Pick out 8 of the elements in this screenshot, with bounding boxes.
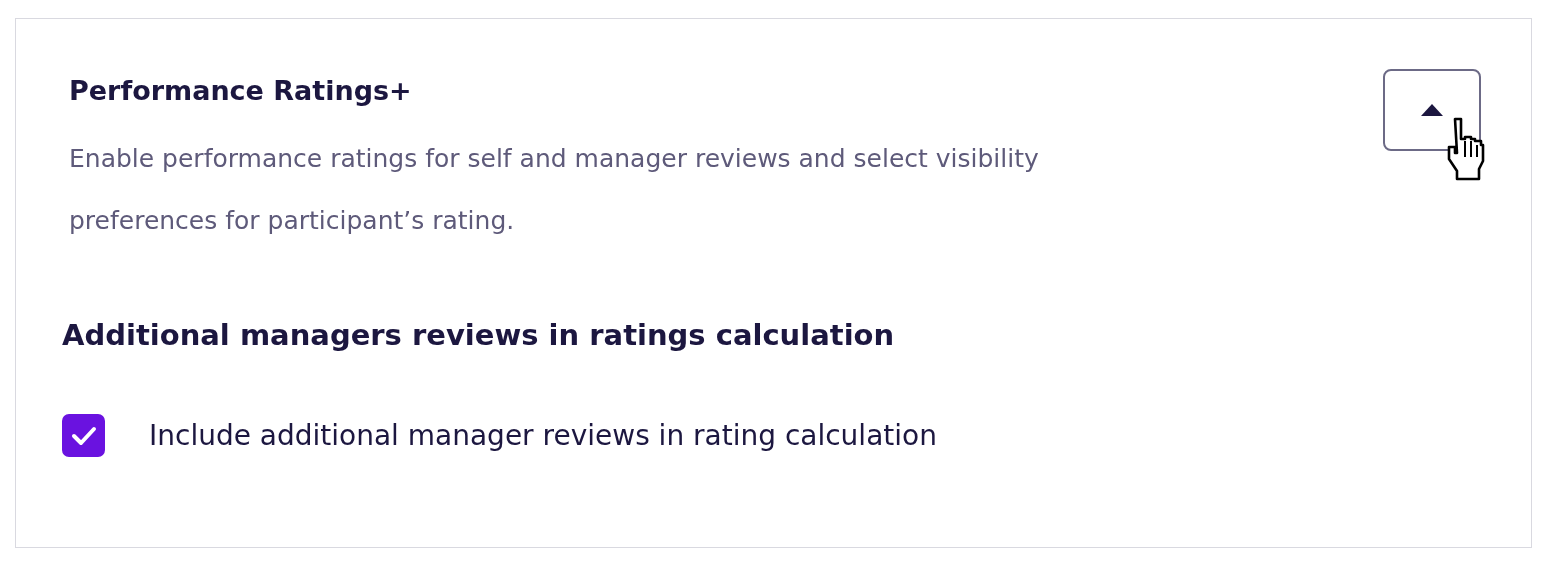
checkmark-icon (70, 425, 97, 446)
panel-title: Performance Ratings+ (69, 75, 413, 106)
panel-description: Enable performance ratings for self and manager reviews and select visibility preferences for participant’s rating. (69, 143, 1040, 237)
hand-cursor-icon (1445, 117, 1485, 181)
section-heading: Additional managers reviews in ratings calculation (62, 318, 896, 352)
checkbox-label: Include additional manager reviews in rating calculation (149, 419, 937, 452)
checkbox[interactable] (62, 414, 105, 457)
caret-icon (1421, 104, 1443, 116)
